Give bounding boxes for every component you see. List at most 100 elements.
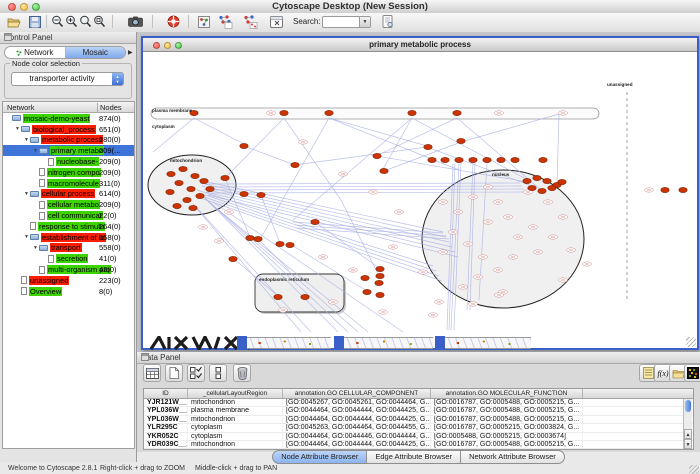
column-header[interactable]: annotation.GO CELLULAR_COMPONENT [283,389,431,398]
table-row[interactable]: YPL036W__1mitochondrion[GO:0044464, GO:0… [144,416,693,424]
tree-row[interactable]: nucleobase-209(0) [3,156,134,167]
tree-row[interactable]: Overview8(0) [3,286,134,297]
column-header[interactable]: _cellularLayoutRegion [188,389,283,398]
background-window-titlebar[interactable] [237,336,247,350]
filter-icon[interactable] [243,14,258,29]
table-row[interactable]: YKR052Ccytoplasm[GO:0044464, GO:0044446,… [144,433,693,441]
tree-row[interactable]: ▼transport558(0) [3,243,134,254]
table-row[interactable]: YPL036W__2plasma membrane[GO:0044464, GO… [144,407,693,415]
help-icon[interactable] [166,14,181,29]
table-row[interactable]: YLR295Ccytoplasm[GO:0045263, GO:0044464,… [144,424,693,432]
zoom-in-icon[interactable] [64,14,79,29]
control-panel: Control Panel Network Mosaic ▶ Node colo… [0,32,137,462]
tree-label: mosaic-demo-yeast [23,114,90,123]
node [325,110,333,115]
attribute-table-icon[interactable] [143,364,161,382]
tree-row[interactable]: ▼establishment of lo558(0) [3,232,134,243]
expander-icon[interactable]: ▼ [32,245,39,251]
node [167,171,175,176]
search-dropdown-icon[interactable]: ▼ [359,17,370,27]
search-field[interactable] [323,17,359,27]
tree-label: unassigned [29,276,69,285]
unselect-attributes-icon[interactable] [209,364,227,382]
zoom-fit-icon[interactable] [92,14,107,29]
table-cell: YPL036W__1 [144,416,188,423]
app-resize-grip[interactable] [689,465,699,474]
network-canvas[interactable]: plasma membranecytoplasmmitochondrionnuc… [143,52,697,348]
tree-row[interactable]: secretion41(0) [3,253,134,264]
node [469,157,477,162]
view-icon[interactable] [269,14,284,29]
network-tab-icon [16,50,22,56]
tree-row[interactable]: unassigned223(0) [3,275,134,286]
tree-row[interactable]: response to stimulu264(0) [3,221,134,232]
background-window-titlebar[interactable] [334,336,344,350]
tab-network-attribute-browser[interactable]: Network Attribute Browser [461,450,565,464]
column-header[interactable]: annotation.GO MOLECULAR_FUNCTION [431,389,583,398]
tree-row[interactable]: macromolecule311(0) [3,178,134,189]
table-cell: [GO:0016787, GO:0005488, GO:0005215, G..… [431,399,583,406]
select-attributes-icon[interactable] [187,364,205,382]
tab-edge-attribute-browser[interactable]: Edge Attribute Browser [367,450,461,464]
open-icon[interactable] [6,14,21,29]
tree-row[interactable]: multi-organism pro42(0) [3,264,134,275]
background-window-titlebar[interactable] [435,336,445,350]
tree-row[interactable]: ▼metabolic process280(0) [3,135,134,146]
scroll-down-icon[interactable]: ▼ [684,439,692,449]
background-window-fragment[interactable] [247,337,331,349]
tree-count: 8(0) [99,287,112,296]
table-row[interactable]: YDR039C__1mitochondrion[GO:0044464, GO:0… [144,441,693,449]
network-view-window[interactable]: primary metabolic process plasma membran… [141,36,699,350]
node [301,294,309,299]
enhanced-search-icon[interactable] [380,14,395,29]
scroll-up-icon[interactable]: ▲ [684,429,692,439]
new-attribute-icon[interactable] [165,364,183,382]
tab-network[interactable]: Network [5,47,65,58]
tree-row[interactable]: ▼biological_process651(0) [3,124,134,135]
snapshot-icon[interactable] [128,14,143,29]
node [257,192,265,197]
expander-icon[interactable]: ▼ [14,126,21,132]
node [179,166,187,171]
tree-row[interactable]: ▼primary metabo209(... [3,145,134,156]
tree-row[interactable]: cell communicat22(0) [3,210,134,221]
table-scrollbar[interactable]: ▲ ▼ [683,399,692,449]
tree-row[interactable]: mosaic-demo-yeast874(0) [3,113,134,124]
save-icon[interactable] [27,14,42,29]
vizmapper-icon[interactable] [218,14,233,29]
search-input[interactable]: ▼ [322,16,371,28]
table-row[interactable]: YJR121W__1mitochondrion[GO:0045267, GO:0… [144,399,693,407]
expander-icon[interactable]: ▼ [32,148,39,154]
tab-node-attribute-browser[interactable]: Node Attribute Browser [272,450,367,464]
tree-row[interactable]: nitrogen compo209(0) [3,167,134,178]
float-panel-icon[interactable] [4,33,12,41]
table-cell: [GO:0005488, GO:0005215, GO:0003674] [431,433,583,440]
tab-overflow-icon[interactable]: ▶ [128,49,133,56]
dropdown-stepper-icon[interactable]: ▲▼ [112,73,123,85]
node [187,186,195,191]
column-header[interactable]: ID [144,389,188,398]
expander-icon[interactable]: ▼ [23,137,30,143]
expander-icon[interactable]: ▼ [23,191,30,197]
tree-header: Network Nodes [3,102,134,113]
node [455,157,463,162]
delete-attribute-icon[interactable] [233,364,251,382]
node [661,187,669,192]
tree-row[interactable]: cellular metabo209(0) [3,199,134,210]
zoom-selected-icon[interactable] [78,14,93,29]
network-window-titlebar[interactable]: primary metabolic process [143,38,697,52]
node [528,185,536,190]
tab-mosaic[interactable]: Mosaic [66,47,126,58]
node-color-dropdown[interactable]: transporter activity ▲▼ [11,72,124,86]
float-panel-icon[interactable] [141,353,149,361]
expander-icon[interactable]: ▼ [23,234,30,240]
birdseye-icon[interactable] [196,14,211,29]
background-window-fragment[interactable] [445,337,531,349]
scrollbar-thumb[interactable] [685,400,691,412]
background-window-fragment[interactable] [344,337,433,349]
zoom-out-icon[interactable] [50,14,65,29]
tree-count: 209(0) [99,157,121,166]
tree-row[interactable]: ▼cellular process614(0) [3,189,134,200]
matrix-icon[interactable] [684,364,700,382]
node [457,138,465,143]
